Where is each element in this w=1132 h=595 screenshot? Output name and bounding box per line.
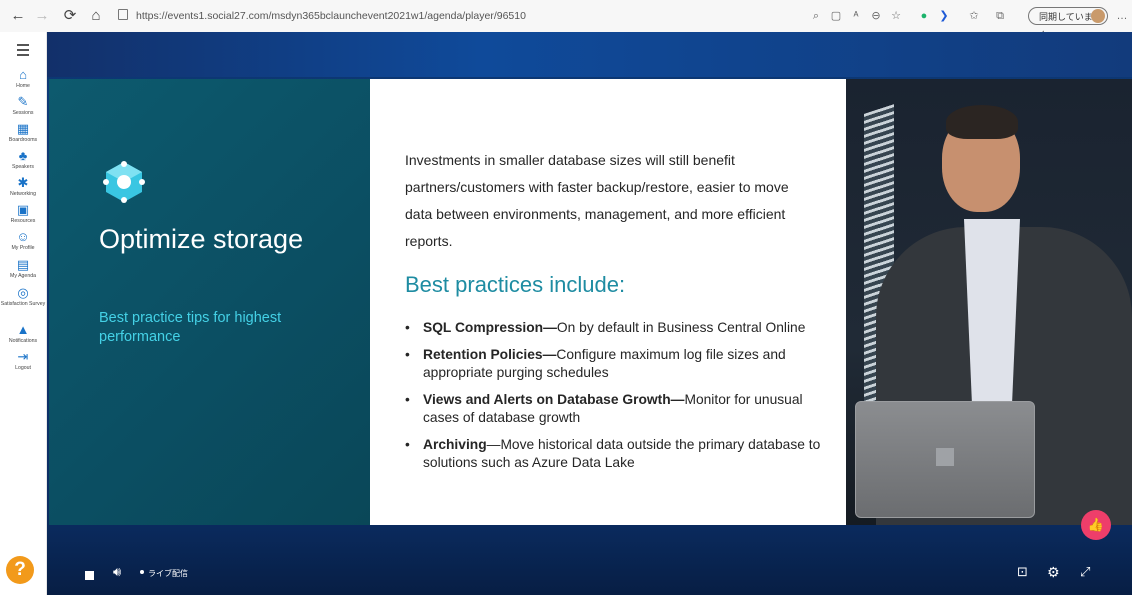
extension-green-icon[interactable]: ● [916, 8, 932, 24]
sidebar-item-networking[interactable]: ✱ Networking [0, 175, 46, 198]
help-button[interactable]: ? [6, 556, 34, 584]
sidebar-item-resources[interactable]: ▣ Resources [0, 202, 46, 225]
profile-icon: ☺ [16, 229, 30, 244]
list-item: Archiving—Move historical data outside t… [405, 436, 825, 472]
sidebar-item-label: Logout [15, 365, 31, 371]
sidebar-item-label: Sessions [12, 110, 34, 116]
sidebar-item-label: Notifications [8, 338, 38, 344]
volume-icon[interactable]: 🔊︎ [113, 564, 121, 580]
sidebar-item-label: Satisfaction Survey [0, 301, 46, 307]
refresh-icon[interactable]: ⟳ [60, 6, 80, 26]
captions-icon[interactable]: ⊡ [1017, 564, 1028, 580]
url-text: https://events1.social27.com/msdyn365bcl… [136, 10, 526, 22]
slide-title: Optimize storage [99, 224, 304, 254]
list-item: SQL Compression—On by default in Busines… [405, 319, 825, 337]
app-sidebar: ⌂ Home ✎ Sessions ▦ Boardrooms ♣ Speaker… [0, 32, 47, 595]
read-aloud-icon[interactable]: ᴬ [848, 8, 864, 24]
fullscreen-icon[interactable]: ⤢ [1080, 564, 1090, 580]
favorite-star-icon[interactable]: ☆ [888, 8, 904, 24]
profile-sync-button[interactable]: 同期していません [1028, 7, 1108, 40]
slide-subtitle: Best practice tips for highest performan… [99, 310, 282, 345]
laptop [855, 401, 1035, 518]
dynamics-logo-icon [103, 161, 145, 203]
bell-icon: ▲ [16, 322, 30, 337]
search-page-icon[interactable]: ⌕ [808, 8, 824, 24]
settings-gear-icon[interactable]: ⚙ [1047, 564, 1060, 581]
sidebar-item-my-profile[interactable]: ☺ My Profile [0, 229, 46, 252]
video-top-band [47, 32, 1132, 77]
sidebar-item-label: Boardrooms [8, 137, 38, 143]
sidebar-item-label: Networking [10, 191, 36, 197]
survey-icon: ◎ [17, 285, 29, 300]
best-practices-heading: Best practices include: [405, 272, 626, 297]
browser-toolbar: ← → ⟳ ⌂ https://events1.social27.com/msd… [0, 0, 1132, 40]
lock-icon [118, 9, 128, 20]
laptop-logo-icon [936, 448, 954, 466]
favorites-icon[interactable]: ✩ [966, 8, 982, 24]
sidebar-item-home[interactable]: ⌂ Home [0, 67, 46, 90]
profile-avatar [1091, 9, 1105, 23]
sidebar-item-label: My Profile [11, 245, 35, 251]
presenter-hair [946, 105, 1018, 139]
extension-blue-icon[interactable]: ❯ [936, 8, 952, 24]
sidebar-item-label: My Agenda [10, 273, 36, 279]
list-item: Views and Alerts on Database Growth—Moni… [405, 391, 825, 427]
immersive-reader-icon[interactable]: ▢ [828, 8, 844, 24]
address-bar[interactable]: https://events1.social27.com/msdyn365bcl… [118, 9, 526, 22]
stop-icon[interactable] [85, 571, 94, 580]
sidebar-item-label: Resources [10, 218, 36, 224]
video-player[interactable]: Optimize storage Best practice tips for … [47, 32, 1132, 595]
more-menu-icon[interactable]: … [1114, 8, 1130, 24]
sidebar-item-label: Home [16, 83, 30, 89]
sidebar-item-notifications[interactable]: ▲ Notifications [0, 322, 46, 345]
agenda-icon: ▤ [16, 257, 30, 272]
sidebar-item-logout[interactable]: ⇥ Logout [0, 349, 46, 372]
home-browser-icon[interactable]: ⌂ [86, 6, 106, 26]
like-button[interactable]: 👍 [1081, 510, 1111, 540]
network-icon: ✱ [17, 175, 29, 190]
sidebar-item-speakers[interactable]: ♣ Speakers [0, 148, 46, 171]
pencil-icon: ✎ [17, 94, 29, 109]
live-dot-icon [140, 570, 144, 574]
list-item: Retention Policies—Configure maximum log… [405, 346, 825, 382]
slide-intro-text: Investments in smaller database sizes wi… [405, 152, 789, 249]
best-practices-list: SQL Compression—On by default in Busines… [405, 319, 825, 481]
sidebar-item-my-agenda[interactable]: ▤ My Agenda [0, 257, 46, 280]
sidebar-item-sessions[interactable]: ✎ Sessions [0, 94, 46, 117]
slide-title-panel: Optimize storage Best practice tips for … [49, 79, 370, 525]
sidebar-item-label: Speakers [12, 164, 34, 170]
sidebar-item-satisfaction-survey[interactable]: ◎ Satisfaction Survey [0, 285, 46, 308]
zoom-icon[interactable]: ⊖ [868, 8, 884, 24]
logout-icon: ⇥ [17, 349, 29, 364]
live-indicator: ライブ配信 [140, 568, 188, 579]
back-icon[interactable]: ← [8, 6, 28, 26]
forward-icon[interactable]: → [32, 6, 52, 26]
collections-icon[interactable]: ⧉ [992, 8, 1008, 24]
speaker-icon: ♣ [18, 148, 28, 163]
player-controls: 🔊︎ ライブ配信 ⊡ ⚙ ⤢ [47, 552, 1132, 595]
sidebar-item-boardrooms[interactable]: ▦ Boardrooms [0, 121, 46, 144]
slide-content-panel: Investments in smaller database sizes wi… [370, 79, 846, 525]
home-icon: ⌂ [19, 67, 27, 82]
resources-icon: ▣ [16, 202, 30, 217]
presenter-video-feed [846, 79, 1132, 525]
menu-icon[interactable] [17, 44, 29, 59]
boardroom-icon: ▦ [16, 121, 30, 136]
